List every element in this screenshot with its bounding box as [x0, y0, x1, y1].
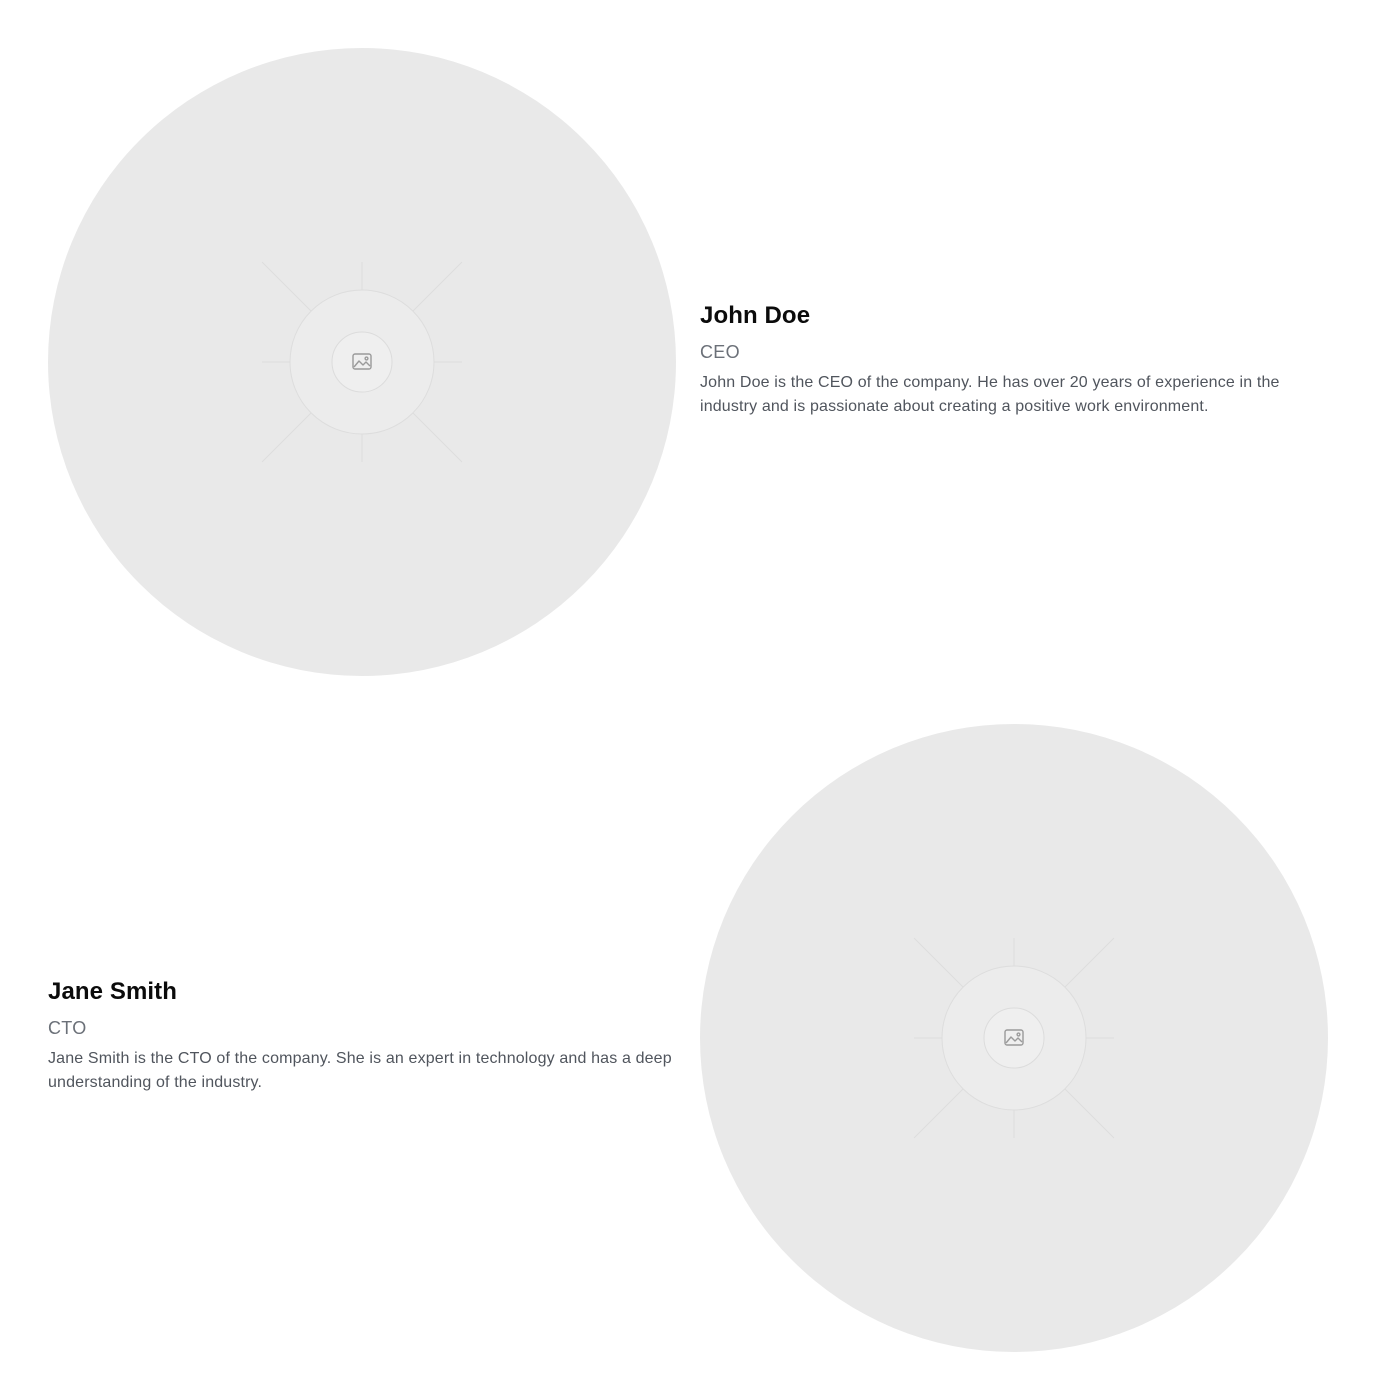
team-member-card: John Doe CEO John Doe is the CEO of the … [48, 48, 1328, 676]
image-placeholder-icon [913, 937, 1115, 1139]
member-bio: John Doe is the CEO of the company. He h… [700, 374, 1280, 415]
member-bio: Jane Smith is the CTO of the company. Sh… [48, 1050, 672, 1091]
member-info: John Doe CEO John Doe is the CEO of the … [700, 301, 1328, 419]
member-name: John Doe [700, 302, 811, 329]
team-member-card: Jane Smith CTO Jane Smith is the CTO of … [48, 724, 1328, 1352]
member-photo [48, 48, 676, 676]
member-name: Jane Smith [48, 978, 178, 1005]
member-photo [700, 724, 1328, 1352]
member-info: Jane Smith CTO Jane Smith is the CTO of … [48, 977, 676, 1095]
member-role: CTO [48, 1018, 87, 1038]
member-role: CEO [700, 342, 740, 362]
image-placeholder-icon [261, 261, 463, 463]
